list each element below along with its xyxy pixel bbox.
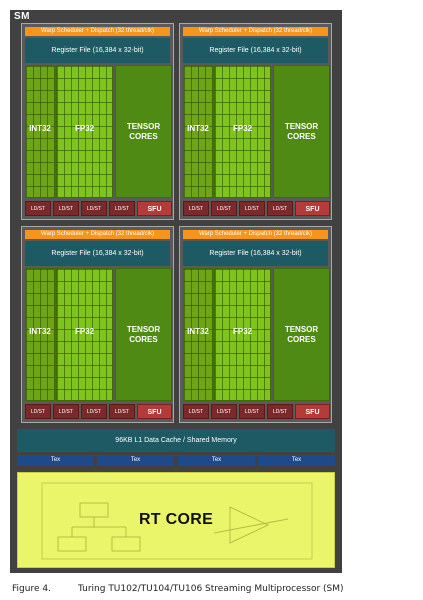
sfu-unit: SFU xyxy=(137,201,172,216)
ldst-sfu-row: LD/ST LD/ST LD/ST LD/ST SFU xyxy=(183,404,330,419)
fp32-cores: FP32 xyxy=(214,268,271,401)
ldst-unit: LD/ST xyxy=(239,201,265,216)
fp32-label: FP32 xyxy=(232,124,253,133)
ldst-unit: LD/ST xyxy=(211,404,237,419)
core-array: INT32 FP32 TENSOR CORES xyxy=(25,268,172,401)
warp-scheduler: Warp Scheduler + Dispatch (32 thread/clk… xyxy=(25,27,170,36)
fp32-cores: FP32 xyxy=(56,65,113,198)
ldst-unit: LD/ST xyxy=(267,404,293,419)
ldst-sfu-row: LD/ST LD/ST LD/ST LD/ST SFU xyxy=(25,404,172,419)
int32-cores: INT32 xyxy=(25,268,55,401)
processing-block-1: Warp Scheduler + Dispatch (32 thread/clk… xyxy=(21,23,174,220)
int32-cores: INT32 xyxy=(183,65,213,198)
sfu-unit: SFU xyxy=(295,404,330,419)
ldst-unit: LD/ST xyxy=(25,201,51,216)
int32-cores: INT32 xyxy=(183,268,213,401)
fp32-cores: FP32 xyxy=(56,268,113,401)
int32-label: INT32 xyxy=(29,327,51,336)
figure-title: Turing TU102/TU104/TU106 Streaming Multi… xyxy=(78,584,344,594)
ldst-unit: LD/ST xyxy=(53,404,79,419)
figure-caption: Figure 4. Turing TU102/TU104/TU106 Stream… xyxy=(12,584,344,594)
ldst-unit: LD/ST xyxy=(239,404,265,419)
int32-label: INT32 xyxy=(187,124,209,133)
ldst-sfu-row: LD/ST LD/ST LD/ST LD/ST SFU xyxy=(25,201,172,216)
streaming-multiprocessor: SM Warp Scheduler + Dispatch (32 thread/… xyxy=(10,10,342,573)
fp32-label: FP32 xyxy=(74,327,95,336)
rt-core-label: RT CORE xyxy=(138,511,214,528)
tex-unit: Tex xyxy=(258,455,335,466)
warp-scheduler: Warp Scheduler + Dispatch (32 thread/clk… xyxy=(183,230,328,239)
ldst-unit: LD/ST xyxy=(211,201,237,216)
ldst-unit: LD/ST xyxy=(267,201,293,216)
tensor-label: TENSOR CORES xyxy=(126,325,161,344)
core-array: INT32 FP32 TENSOR CORES xyxy=(25,65,172,198)
processing-block-2: Warp Scheduler + Dispatch (32 thread/clk… xyxy=(179,23,332,220)
ldst-unit: LD/ST xyxy=(109,404,135,419)
core-array: INT32 FP32 TENSOR CORES xyxy=(183,268,330,401)
rt-core: RT CORE xyxy=(17,472,335,568)
int32-label: INT32 xyxy=(187,327,209,336)
register-file: Register File (16,384 x 32-bit) xyxy=(183,38,328,63)
fp32-label: FP32 xyxy=(74,124,95,133)
tensor-cores: TENSOR CORES xyxy=(273,65,330,198)
warp-scheduler: Warp Scheduler + Dispatch (32 thread/clk… xyxy=(183,27,328,36)
ldst-unit: LD/ST xyxy=(53,201,79,216)
core-array: INT32 FP32 TENSOR CORES xyxy=(183,65,330,198)
fp32-label: FP32 xyxy=(232,327,253,336)
tensor-cores: TENSOR CORES xyxy=(273,268,330,401)
figure-number: Figure 4. xyxy=(12,584,51,594)
tensor-label: TENSOR CORES xyxy=(284,325,319,344)
ldst-unit: LD/ST xyxy=(183,404,209,419)
tensor-cores: TENSOR CORES xyxy=(115,65,172,198)
sm-label: SM xyxy=(14,11,30,22)
ldst-unit: LD/ST xyxy=(81,201,107,216)
processing-block-4: Warp Scheduler + Dispatch (32 thread/clk… xyxy=(179,226,332,423)
ldst-sfu-row: LD/ST LD/ST LD/ST LD/ST SFU xyxy=(183,201,330,216)
tex-unit: Tex xyxy=(97,455,174,466)
tensor-cores: TENSOR CORES xyxy=(115,268,172,401)
tensor-label: TENSOR CORES xyxy=(284,122,319,141)
int32-label: INT32 xyxy=(29,124,51,133)
sfu-unit: SFU xyxy=(295,201,330,216)
ldst-unit: LD/ST xyxy=(81,404,107,419)
int32-cores: INT32 xyxy=(25,65,55,198)
sfu-unit: SFU xyxy=(137,404,172,419)
processing-block-3: Warp Scheduler + Dispatch (32 thread/clk… xyxy=(21,226,174,423)
register-file: Register File (16,384 x 32-bit) xyxy=(183,241,328,266)
tex-unit: Tex xyxy=(178,455,255,466)
ldst-unit: LD/ST xyxy=(25,404,51,419)
warp-scheduler: Warp Scheduler + Dispatch (32 thread/clk… xyxy=(25,230,170,239)
fp32-cores: FP32 xyxy=(214,65,271,198)
tensor-label: TENSOR CORES xyxy=(126,122,161,141)
l1-data-cache: 96KB L1 Data Cache / Shared Memory xyxy=(17,429,335,452)
register-file: Register File (16,384 x 32-bit) xyxy=(25,38,170,63)
ldst-unit: LD/ST xyxy=(109,201,135,216)
register-file: Register File (16,384 x 32-bit) xyxy=(25,241,170,266)
ldst-unit: LD/ST xyxy=(183,201,209,216)
tex-unit: Tex xyxy=(17,455,94,466)
